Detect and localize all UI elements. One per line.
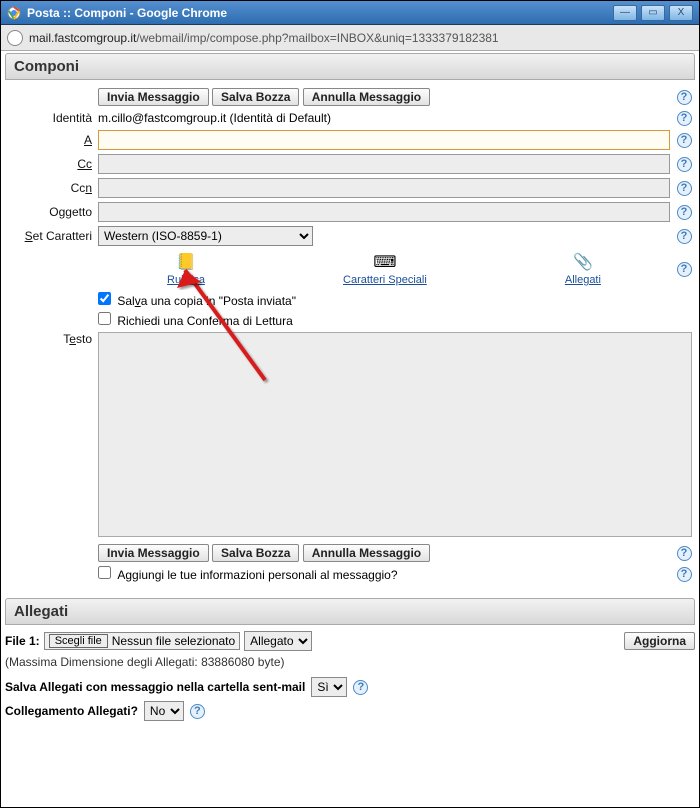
refresh-button[interactable]: Aggiorna [624,632,695,650]
link-attach-select[interactable]: No [144,701,184,721]
paperclip-icon: 📎 [565,252,601,272]
help-icon[interactable]: ? [677,181,692,196]
save-sent-label: Salva una copia in "Posta inviata" [117,294,296,308]
help-icon[interactable]: ? [677,229,692,244]
minimize-button[interactable]: — [613,5,637,21]
window-titlebar: Posta :: Componi - Google Chrome — ▭ X [1,1,699,25]
cc-input[interactable] [98,154,670,174]
help-icon[interactable]: ? [677,546,692,561]
help-icon[interactable]: ? [677,157,692,172]
choose-file-button[interactable]: Scegli file [49,634,108,648]
send-button[interactable]: Invia Messaggio [98,88,209,106]
bcc-label: Ccn [5,176,95,200]
help-icon[interactable]: ? [677,133,692,148]
special-chars-tool[interactable]: ⌨ Caratteri Speciali [343,252,427,286]
charset-select[interactable]: Western (ISO-8859-1) [98,226,313,246]
save-draft-button[interactable]: Salva Bozza [212,88,299,106]
personal-info-checkbox[interactable] [98,566,111,579]
attachments-tool[interactable]: 📎 Allegati [565,252,601,286]
to-input[interactable] [98,130,670,150]
identity-value: m.cillo@fastcomgroup.it (Identità di Def… [98,111,331,125]
help-icon[interactable]: ? [677,262,692,277]
read-receipt-label: Richiedi una Conferma di Lettura [117,314,292,328]
addressbook-tool[interactable]: 📒 Rubrica [167,252,205,286]
attachments-header: Allegati [5,598,695,625]
save-draft-button-bottom[interactable]: Salva Bozza [212,544,299,562]
addressbook-icon: 📒 [167,252,205,272]
compose-header: Componi [5,53,695,80]
window-title: Posta :: Componi - Google Chrome [27,6,613,20]
page-icon [7,30,23,46]
file-input[interactable]: Scegli file Nessun file selezionato [44,632,240,650]
help-icon[interactable]: ? [353,680,368,695]
url-text: mail.fastcomgroup.it/webmail/imp/compose… [29,31,499,45]
no-file-text: Nessun file selezionato [112,634,235,648]
close-button[interactable]: X [669,5,693,21]
charset-label: Set Caratteri [5,224,95,248]
help-icon[interactable]: ? [677,205,692,220]
address-bar[interactable]: mail.fastcomgroup.it/webmail/imp/compose… [1,25,699,51]
keyboard-icon: ⌨ [343,252,427,272]
help-icon[interactable]: ? [677,111,692,126]
send-button-bottom[interactable]: Invia Messaggio [98,544,209,562]
bcc-input[interactable] [98,178,670,198]
personal-info-label: Aggiungi le tue informazioni personali a… [117,568,397,582]
to-label: A [5,128,95,152]
identity-label: Identità [5,108,95,128]
disposition-select[interactable]: Allegato [244,631,312,651]
file1-label: File 1: [5,634,40,648]
save-sent-checkbox[interactable] [98,292,111,305]
save-attach-select[interactable]: Sì [311,677,347,697]
read-receipt-checkbox[interactable] [98,312,111,325]
help-icon[interactable]: ? [677,567,692,582]
help-icon[interactable]: ? [677,90,692,105]
cancel-button-bottom[interactable]: Annulla Messaggio [303,544,430,562]
body-label: Testo [5,330,95,542]
maximize-button[interactable]: ▭ [641,5,665,21]
link-attach-label: Collegamento Allegati? [5,704,138,718]
save-attach-label: Salva Allegati con messaggio nella carte… [5,680,305,694]
chrome-icon [7,6,21,20]
body-textarea[interactable] [98,332,692,537]
cc-label: Cc [5,152,95,176]
help-icon[interactable]: ? [190,704,205,719]
subject-label: Oggetto [5,200,95,224]
subject-input[interactable] [98,202,670,222]
max-size-note: (Massima Dimensione degli Allegati: 8388… [5,655,695,669]
cancel-button[interactable]: Annulla Messaggio [303,88,430,106]
